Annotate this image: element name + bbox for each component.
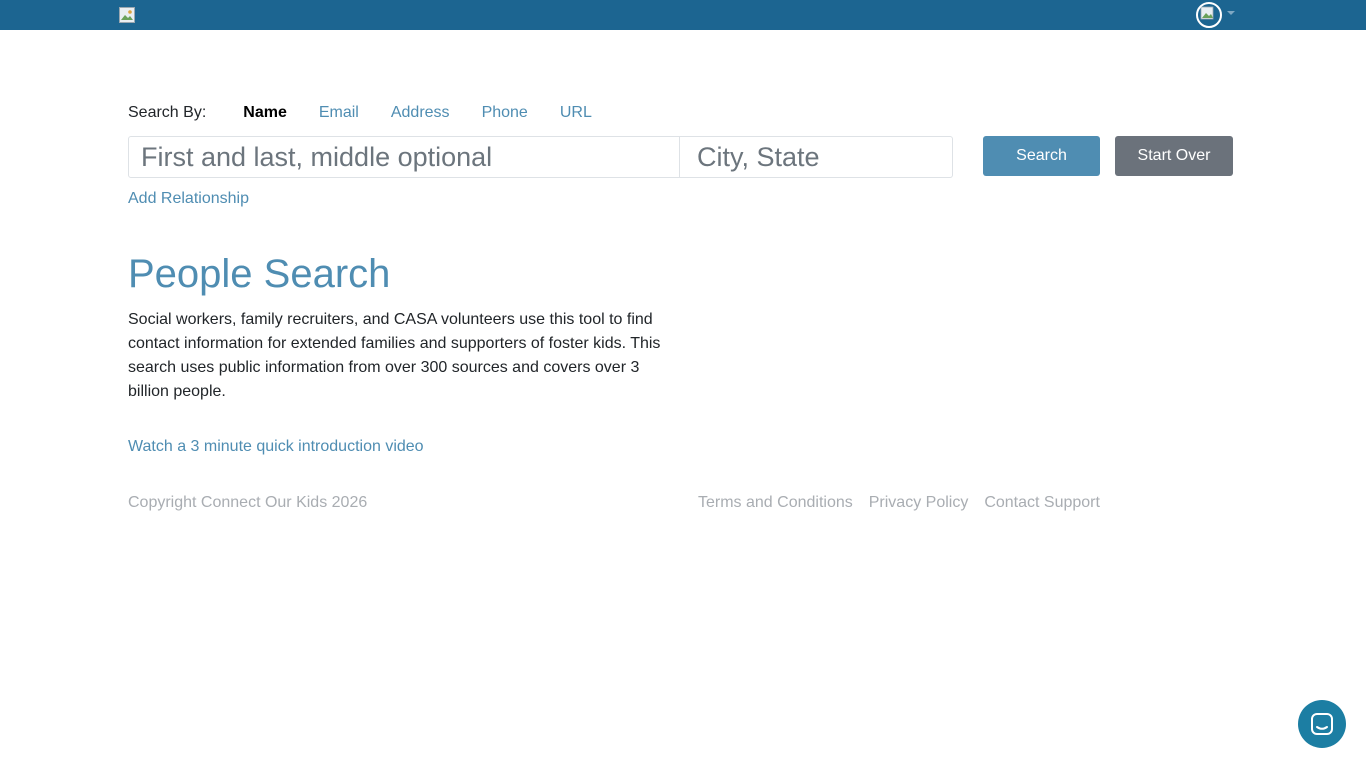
footer-links: Terms and Conditions Privacy Policy Cont… bbox=[698, 494, 1116, 512]
tab-email[interactable]: Email bbox=[319, 104, 359, 122]
name-input[interactable] bbox=[128, 136, 680, 178]
chat-bubble-icon bbox=[1311, 713, 1333, 735]
search-by-tabs: Search By: Name Email Address Phone URL bbox=[128, 104, 624, 122]
tab-url[interactable]: URL bbox=[560, 104, 592, 122]
tab-name[interactable]: Name bbox=[243, 104, 287, 122]
intro-video-link[interactable]: Watch a 3 minute quick introduction vide… bbox=[128, 438, 424, 456]
terms-link[interactable]: Terms and Conditions bbox=[698, 494, 853, 512]
broken-image-icon[interactable] bbox=[119, 7, 135, 23]
add-relationship-link[interactable]: Add Relationship bbox=[128, 190, 249, 208]
page-description: Social workers, family recruiters, and C… bbox=[128, 311, 661, 400]
chevron-down-icon bbox=[1227, 11, 1235, 15]
user-menu-toggle[interactable] bbox=[1196, 0, 1235, 30]
start-over-button[interactable]: Start Over bbox=[1115, 136, 1233, 176]
tab-phone[interactable]: Phone bbox=[482, 104, 528, 122]
chat-launcher-button[interactable] bbox=[1298, 700, 1346, 748]
user-avatar-icon[interactable] bbox=[1196, 2, 1222, 28]
search-by-label: Search By: bbox=[128, 104, 207, 121]
copyright-text: Copyright Connect Our Kids 2026 bbox=[128, 494, 368, 511]
contact-support-link[interactable]: Contact Support bbox=[984, 494, 1100, 512]
top-navbar bbox=[0, 0, 1366, 30]
page-title: People Search bbox=[128, 252, 391, 296]
tab-address[interactable]: Address bbox=[391, 104, 450, 122]
city-state-input[interactable] bbox=[680, 136, 953, 178]
privacy-link[interactable]: Privacy Policy bbox=[869, 494, 969, 512]
search-button[interactable]: Search bbox=[983, 136, 1100, 176]
search-input-group bbox=[128, 136, 953, 178]
